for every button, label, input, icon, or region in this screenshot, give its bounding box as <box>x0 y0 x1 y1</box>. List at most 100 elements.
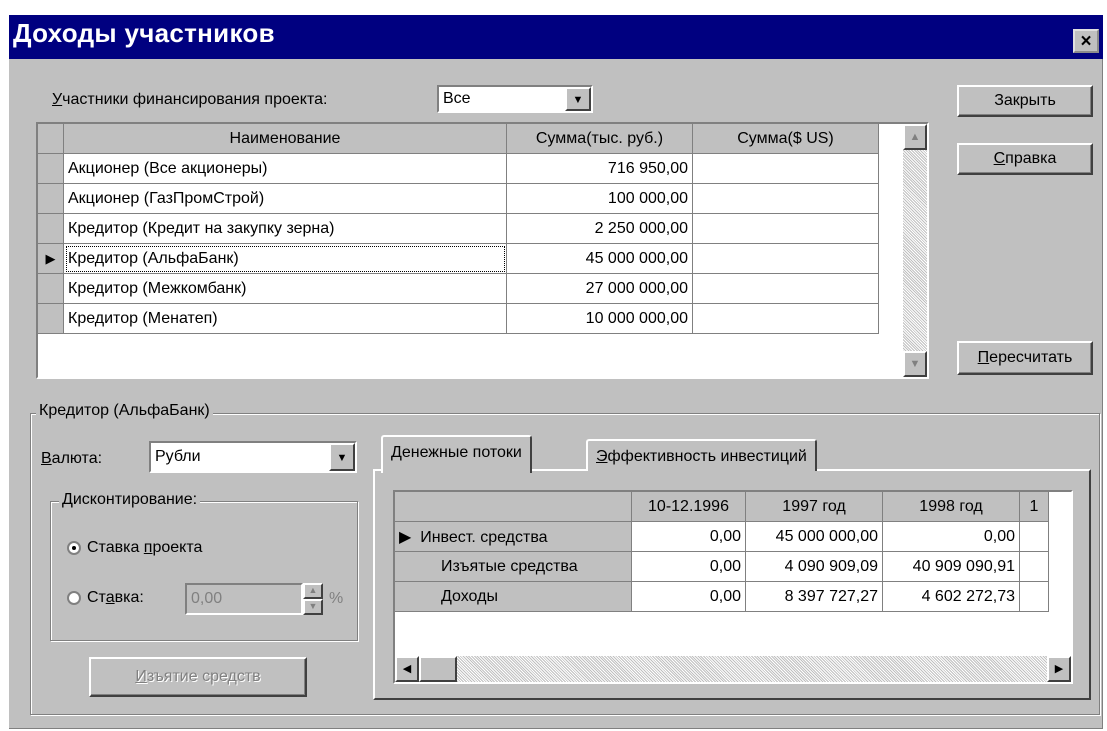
scroll-down-icon[interactable]: ▼ <box>903 351 927 377</box>
column-header-next[interactable]: 1 <box>1019 492 1049 522</box>
discount-group <box>50 501 358 641</box>
cell-usd[interactable] <box>692 273 879 304</box>
currency-select-value: Рубли <box>155 448 201 465</box>
column-header-name[interactable]: Наименование <box>63 124 507 154</box>
close-icon: × <box>1080 31 1092 52</box>
cell-rub[interactable]: 45 000 000,00 <box>506 243 693 274</box>
rate-input-value: 0,00 <box>191 590 223 607</box>
cell-usd[interactable] <box>692 183 879 214</box>
chevron-down-icon[interactable]: ▼ <box>565 87 591 111</box>
title-bar: Доходы участников × <box>9 15 1103 59</box>
spin-down-icon[interactable]: ▼ <box>303 599 323 615</box>
cell-value[interactable]: 8 397 727,27 <box>745 581 883 612</box>
participants-label: Участники финансирования проекта: <box>52 91 328 108</box>
column-header-period[interactable]: 10-12.1996 <box>631 492 746 522</box>
cell-value[interactable] <box>1019 551 1049 582</box>
row-indicator[interactable] <box>38 153 64 184</box>
cell-rub[interactable]: 27 000 000,00 <box>506 273 693 304</box>
rate-spinner[interactable]: ▲ ▼ <box>303 583 323 615</box>
table-row[interactable]: Акционер (ГазПромСтрой) 100 000,00 <box>38 183 879 214</box>
grid-header-row: 10-12.1996 1997 год 1998 год 1 <box>395 492 1049 522</box>
column-header-1997[interactable]: 1997 год <box>745 492 883 522</box>
participants-select[interactable]: Все ▼ <box>437 85 593 113</box>
window: Доходы участников × Участники финансиров… <box>8 14 1104 730</box>
table-row-selected[interactable]: ▶ Кредитор (АльфаБанк) 45 000 000,00 <box>38 243 879 274</box>
cell-usd[interactable] <box>692 243 879 274</box>
cell-name[interactable]: Акционер (ГазПромСтрой) <box>63 183 507 214</box>
cell-value[interactable]: 45 000 000,00 <box>745 521 883 552</box>
column-header-rub[interactable]: Сумма(тыс. руб.) <box>506 124 693 154</box>
participants-grid: Наименование Сумма(тыс. руб.) Сумма($ US… <box>36 122 929 379</box>
cell-name[interactable]: Кредитор (АльфаБанк) <box>63 243 507 274</box>
percent-sign: % <box>329 590 344 607</box>
recalculate-button[interactable]: Пересчитать <box>957 341 1093 375</box>
close-button[interactable]: Закрыть <box>957 85 1093 117</box>
cash-flows-grid: 10-12.1996 1997 год 1998 год 1 ▶ Инвест.… <box>393 490 1073 684</box>
table-row-selected[interactable]: ▶ Инвест. средства 0,00 45 000 000,00 0,… <box>395 521 1049 552</box>
cell-usd[interactable] <box>692 153 879 184</box>
cell-value[interactable]: 0,00 <box>631 581 746 612</box>
rate-input[interactable]: 0,00 <box>185 583 303 615</box>
scroll-right-icon[interactable]: ▶ <box>1047 656 1071 682</box>
cell-rub[interactable]: 2 250 000,00 <box>506 213 693 244</box>
radio-project-rate-label[interactable]: Ставка проекта <box>87 539 202 557</box>
radio-custom-rate[interactable] <box>67 591 81 605</box>
currency-label: Валюта: <box>41 450 103 467</box>
chevron-down-icon[interactable]: ▼ <box>329 443 355 471</box>
cell-name[interactable]: Кредитор (Кредит на закупку зерна) <box>63 213 507 244</box>
current-row-arrow-icon: ▶ <box>399 528 412 546</box>
table-row[interactable]: Кредитор (Межкомбанк) 27 000 000,00 <box>38 273 879 304</box>
cell-rub[interactable]: 10 000 000,00 <box>506 303 693 334</box>
row-indicator-header <box>38 124 64 154</box>
table-row[interactable]: Изъятые средства 0,00 4 090 909,09 40 90… <box>395 551 1049 582</box>
cell-rub[interactable]: 100 000,00 <box>506 183 693 214</box>
withdraw-funds-button[interactable]: Изъятие средств <box>89 657 307 697</box>
cell-name[interactable]: Кредитор (Менатеп) <box>63 303 507 334</box>
row-header[interactable]: Доходы <box>395 581 632 612</box>
cell-name[interactable]: Акционер (Все акционеры) <box>63 153 507 184</box>
window-title: Доходы участников <box>13 18 275 48</box>
tab-investment-efficiency[interactable]: Эффективность инвестиций <box>586 439 817 471</box>
cell-value[interactable]: 0,00 <box>882 521 1020 552</box>
cell-value[interactable]: 0,00 <box>631 521 746 552</box>
scroll-left-icon[interactable]: ◀ <box>395 656 419 682</box>
cell-usd[interactable] <box>692 213 879 244</box>
column-header-blank <box>395 492 632 522</box>
cell-value[interactable]: 40 909 090,91 <box>882 551 1020 582</box>
table-row[interactable]: Кредитор (Менатеп) 10 000 000,00 <box>38 303 879 334</box>
spin-up-icon[interactable]: ▲ <box>303 583 323 599</box>
cell-name[interactable]: Кредитор (Межкомбанк) <box>63 273 507 304</box>
current-row-arrow-icon[interactable]: ▶ <box>38 243 64 274</box>
row-indicator[interactable] <box>38 273 64 304</box>
row-header[interactable]: Изъятые средства <box>395 551 632 582</box>
cell-value[interactable] <box>1019 521 1049 552</box>
scroll-up-icon[interactable]: ▲ <box>903 124 927 150</box>
cell-value[interactable]: 0,00 <box>631 551 746 582</box>
discount-group-title: Дисконтирование: <box>59 491 201 509</box>
table-row[interactable]: Акционер (Все акционеры) 716 950,00 <box>38 153 879 184</box>
row-indicator[interactable] <box>38 303 64 334</box>
grid-horizontal-scrollbar[interactable]: ◀ ▶ <box>395 656 1071 682</box>
close-window-button[interactable]: × <box>1073 29 1099 53</box>
tab-cash-flows[interactable]: Денежные потоки <box>381 435 532 473</box>
cell-value[interactable] <box>1019 581 1049 612</box>
row-indicator[interactable] <box>38 213 64 244</box>
row-indicator[interactable] <box>38 183 64 214</box>
radio-project-rate[interactable] <box>67 541 81 555</box>
scroll-thumb[interactable] <box>419 656 457 682</box>
cell-value[interactable]: 4 090 909,09 <box>745 551 883 582</box>
column-header-1998[interactable]: 1998 год <box>882 492 1020 522</box>
radio-custom-rate-label[interactable]: Ставка: <box>87 589 144 607</box>
currency-select[interactable]: Рубли ▼ <box>149 441 357 473</box>
grid-vertical-scrollbar[interactable]: ▲ ▼ <box>903 124 927 377</box>
grid-header-row: Наименование Сумма(тыс. руб.) Сумма($ US… <box>38 124 879 154</box>
cell-value[interactable]: 4 602 272,73 <box>882 581 1020 612</box>
help-button[interactable]: Справка <box>957 143 1093 175</box>
table-row[interactable]: Кредитор (Кредит на закупку зерна) 2 250… <box>38 213 879 244</box>
table-row[interactable]: Доходы 0,00 8 397 727,27 4 602 272,73 <box>395 581 1049 612</box>
row-header[interactable]: ▶ Инвест. средства <box>395 521 632 552</box>
cell-rub[interactable]: 716 950,00 <box>506 153 693 184</box>
details-group-title: Кредитор (АльфаБанк) <box>36 402 213 420</box>
cell-usd[interactable] <box>692 303 879 334</box>
column-header-usd[interactable]: Сумма($ US) <box>692 124 879 154</box>
